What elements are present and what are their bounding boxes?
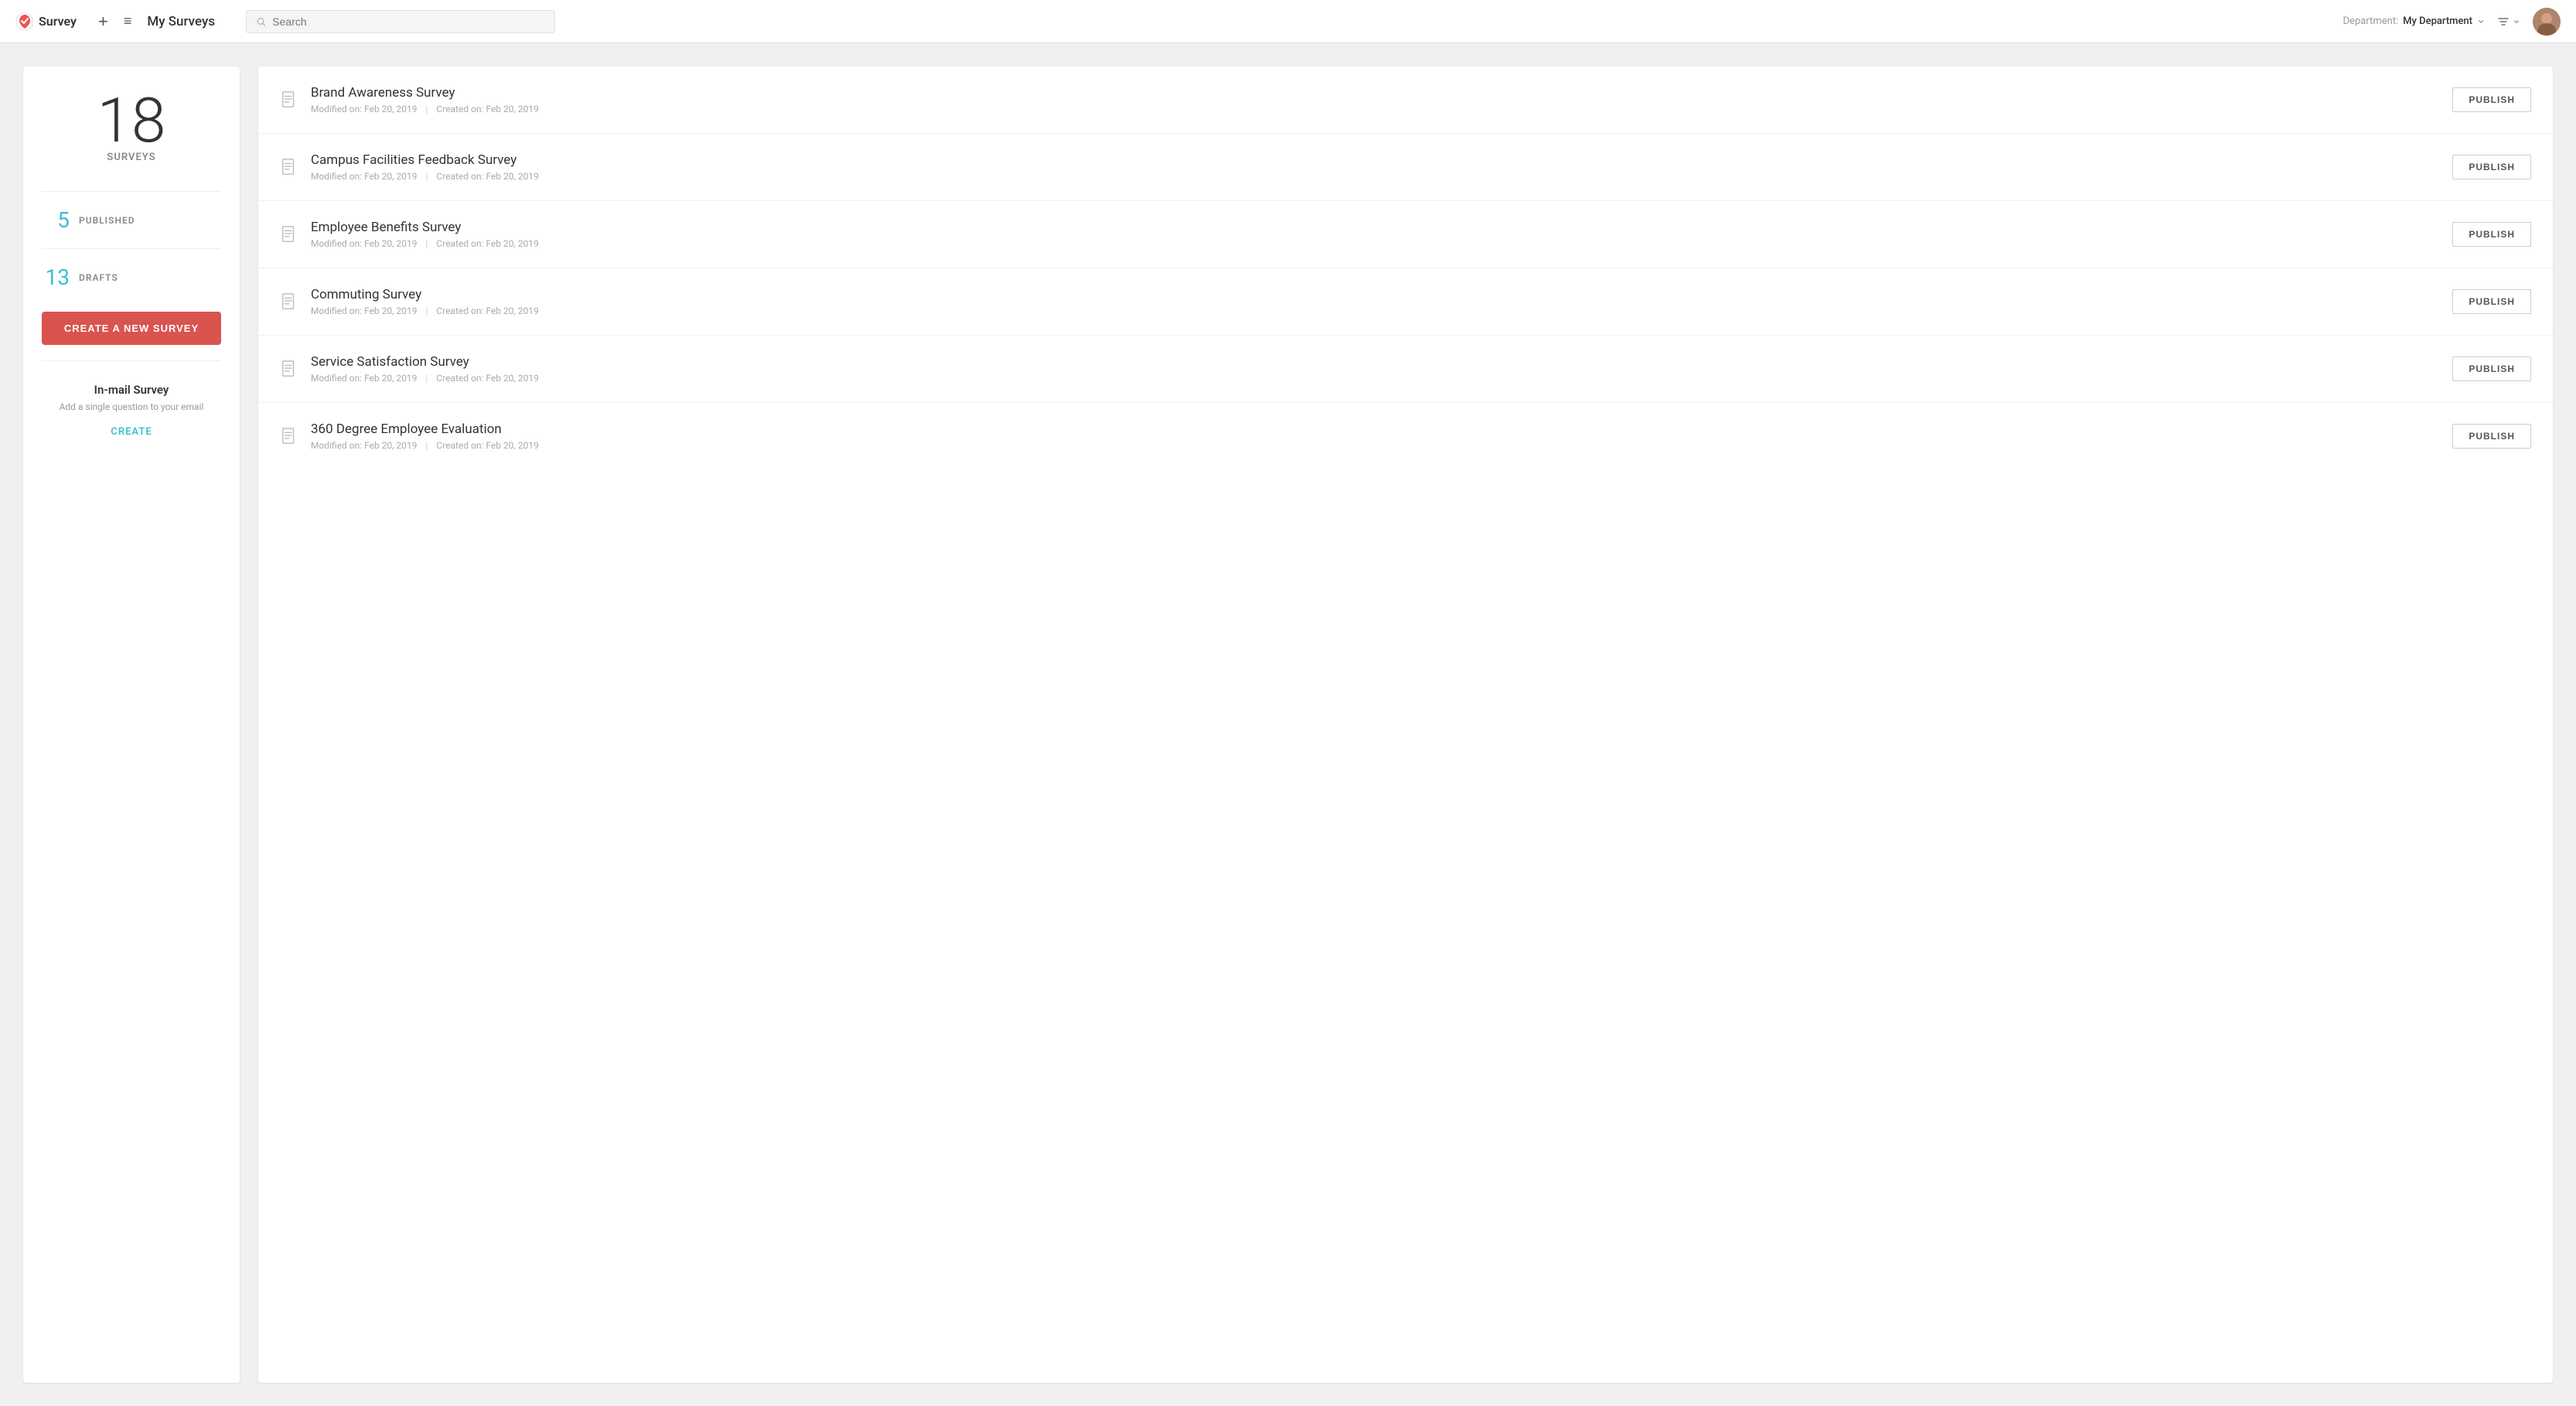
survey-meta: Modified on: Feb 20, 2019 | Created on: … [311,305,2440,316]
published-count: 5 [42,207,70,233]
inmail-title: In-mail Survey [42,383,221,397]
survey-doc-icon [280,226,298,243]
survey-name: Employee Benefits Survey [311,220,2440,235]
meta-separator: | [426,238,428,249]
published-stat: 5 PUBLISHED [42,201,221,239]
survey-item: Commuting Survey Modified on: Feb 20, 20… [258,268,2553,336]
logo-icon [15,12,34,31]
survey-info: Campus Facilities Feedback Survey Modifi… [311,152,2440,182]
avatar-image [2533,8,2561,36]
survey-item: Employee Benefits Survey Modified on: Fe… [258,201,2553,268]
divider-3 [42,360,221,361]
publish-button[interactable]: PUBLISH [2452,87,2531,112]
survey-created: Created on: Feb 20, 2019 [436,238,538,249]
total-surveys-count: 18 [97,90,166,152]
publish-button[interactable]: PUBLISH [2452,424,2531,449]
survey-name: Service Satisfaction Survey [311,354,2440,370]
survey-meta: Modified on: Feb 20, 2019 | Created on: … [311,104,2440,114]
filter-icon [2497,15,2510,28]
department-selector: Department: My Department [2343,15,2485,27]
survey-info: Service Satisfaction Survey Modified on:… [311,354,2440,384]
publish-button[interactable]: PUBLISH [2452,357,2531,381]
survey-doc-icon [280,360,298,377]
meta-separator: | [426,305,428,316]
app-logo: Survey [15,12,77,31]
publish-button[interactable]: PUBLISH [2452,289,2531,314]
survey-created: Created on: Feb 20, 2019 [436,104,538,114]
survey-item: Service Satisfaction Survey Modified on:… [258,336,2553,403]
user-avatar[interactable] [2533,8,2561,36]
survey-modified: Modified on: Feb 20, 2019 [311,171,417,182]
search-icon [256,16,266,27]
survey-name: Brand Awareness Survey [311,85,2440,101]
survey-modified: Modified on: Feb 20, 2019 [311,238,417,249]
main-content: 18 SURVEYS 5 PUBLISHED 13 DRAFTS CREATE … [0,43,2576,1406]
survey-name: 360 Degree Employee Evaluation [311,421,2440,437]
app-name: Survey [39,14,77,29]
publish-button[interactable]: PUBLISH [2452,155,2531,179]
search-input[interactable] [272,15,545,28]
survey-info: Commuting Survey Modified on: Feb 20, 20… [311,287,2440,316]
survey-created: Created on: Feb 20, 2019 [436,171,538,182]
filter-button[interactable] [2497,15,2520,28]
create-survey-button[interactable]: CREATE A NEW SURVEY [42,312,221,345]
survey-doc-icon [280,159,298,176]
nav-right-section: Department: My Department [2343,8,2561,36]
survey-info: Employee Benefits Survey Modified on: Fe… [311,220,2440,249]
survey-item: Brand Awareness Survey Modified on: Feb … [258,67,2553,134]
top-navigation: Survey + ≡ My Surveys Department: My Dep… [0,0,2576,43]
survey-name: Campus Facilities Feedback Survey [311,152,2440,168]
add-button[interactable]: + [92,9,114,35]
meta-separator: | [426,104,428,114]
survey-created: Created on: Feb 20, 2019 [436,440,538,451]
divider-2 [42,248,221,249]
inmail-description: Add a single question to your email [42,401,221,412]
survey-doc-icon [280,428,298,445]
meta-separator: | [426,373,428,384]
survey-modified: Modified on: Feb 20, 2019 [311,104,417,114]
survey-modified: Modified on: Feb 20, 2019 [311,305,417,316]
search-bar [246,10,555,33]
publish-button[interactable]: PUBLISH [2452,222,2531,247]
inmail-create-link[interactable]: CREATE [111,426,152,438]
survey-name: Commuting Survey [311,287,2440,302]
divider-1 [42,191,221,192]
survey-modified: Modified on: Feb 20, 2019 [311,440,417,451]
survey-meta: Modified on: Feb 20, 2019 | Created on: … [311,373,2440,384]
survey-meta: Modified on: Feb 20, 2019 | Created on: … [311,440,2440,451]
survey-doc-icon [280,293,298,310]
survey-created: Created on: Feb 20, 2019 [436,373,538,384]
survey-info: Brand Awareness Survey Modified on: Feb … [311,85,2440,114]
department-value[interactable]: My Department [2403,15,2472,27]
sidebar: 18 SURVEYS 5 PUBLISHED 13 DRAFTS CREATE … [23,67,240,1383]
survey-info: 360 Degree Employee Evaluation Modified … [311,421,2440,451]
drafts-label: DRAFTS [79,272,118,283]
inmail-section: In-mail Survey Add a single question to … [42,374,221,438]
chevron-down-small-icon [2513,18,2520,26]
meta-separator: | [426,440,428,451]
published-label: PUBLISHED [79,215,135,226]
survey-meta: Modified on: Feb 20, 2019 | Created on: … [311,171,2440,182]
survey-doc-icon [280,91,298,108]
page-title: My Surveys [147,14,215,29]
survey-list: Brand Awareness Survey Modified on: Feb … [258,67,2553,1383]
survey-modified: Modified on: Feb 20, 2019 [311,373,417,384]
meta-separator: | [426,171,428,182]
survey-item: Campus Facilities Feedback Survey Modifi… [258,134,2553,201]
survey-item: 360 Degree Employee Evaluation Modified … [258,403,2553,469]
total-surveys-label: SURVEYS [107,152,155,163]
chevron-down-icon [2477,18,2485,26]
drafts-stat: 13 DRAFTS [42,258,221,296]
department-label: Department: [2343,15,2399,27]
survey-created: Created on: Feb 20, 2019 [436,305,538,316]
survey-meta: Modified on: Feb 20, 2019 | Created on: … [311,238,2440,249]
list-view-button[interactable]: ≡ [118,10,138,32]
drafts-count: 13 [42,264,70,290]
